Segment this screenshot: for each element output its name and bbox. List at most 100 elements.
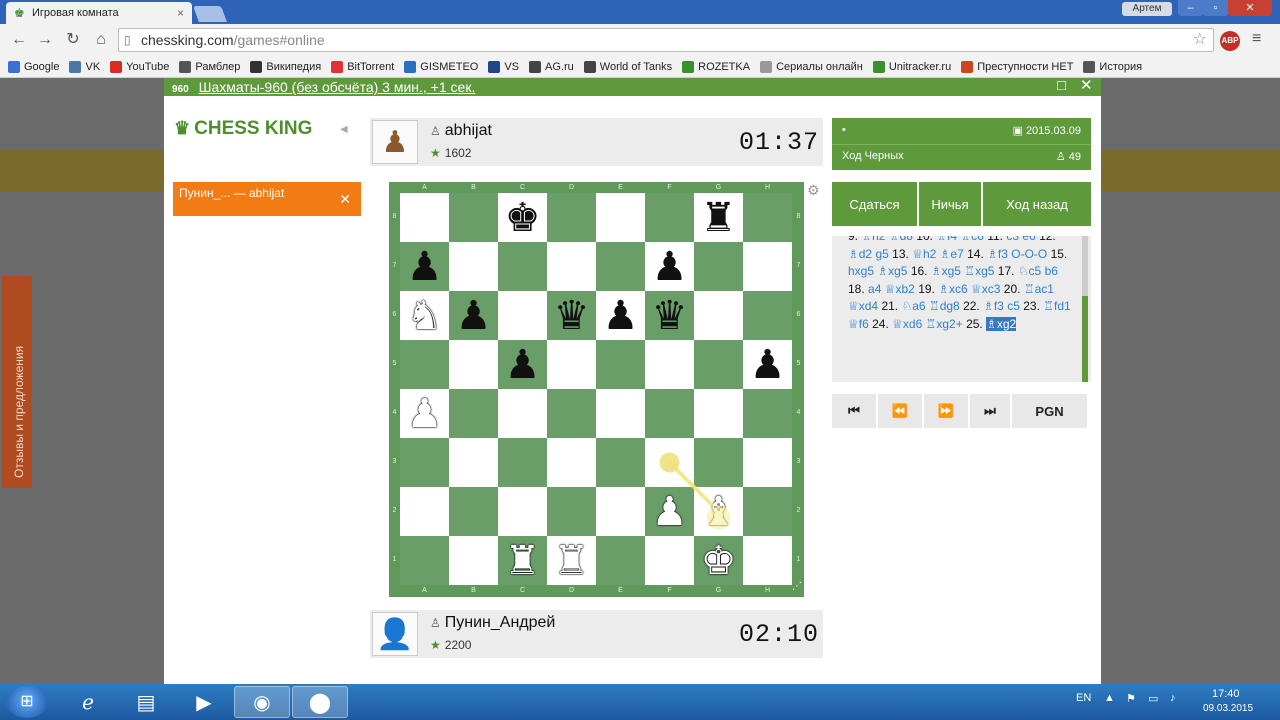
square-g6[interactable] bbox=[694, 291, 743, 340]
square-c6[interactable] bbox=[498, 291, 547, 340]
square-g1[interactable]: ♚ bbox=[694, 536, 743, 585]
square-d8[interactable] bbox=[547, 193, 596, 242]
page-info-icon[interactable]: ▯ bbox=[124, 29, 131, 51]
move[interactable]: ♕xc3 bbox=[971, 282, 1000, 296]
bookmark-history[interactable]: История bbox=[1083, 60, 1142, 73]
square-e3[interactable] bbox=[596, 438, 645, 487]
square-a2[interactable] bbox=[400, 487, 449, 536]
player-name[interactable]: ♙ Пунин_Андрей bbox=[430, 614, 555, 632]
bookmark-google[interactable]: Google bbox=[8, 60, 59, 73]
flag-tray-icon[interactable]: ⚑ bbox=[1126, 692, 1136, 705]
move[interactable]: ♗xc6 bbox=[938, 282, 967, 296]
white-rook-icon[interactable]: ♜ bbox=[505, 541, 541, 581]
square-f3[interactable] bbox=[645, 438, 694, 487]
square-g8[interactable]: ♜ bbox=[694, 193, 743, 242]
move[interactable]: ♗h2 bbox=[861, 236, 885, 243]
reload-icon[interactable]: ↻ bbox=[62, 29, 84, 51]
square-d6[interactable]: ♛ bbox=[547, 291, 596, 340]
pgn-button[interactable]: PGN bbox=[1012, 394, 1087, 428]
internet-explorer-icon[interactable]: ℯ bbox=[60, 686, 116, 718]
opponent-name[interactable]: ♙ abhijat bbox=[430, 122, 492, 140]
white-pawn-icon[interactable]: ♟ bbox=[407, 394, 443, 434]
square-c7[interactable] bbox=[498, 242, 547, 291]
square-c2[interactable] bbox=[498, 487, 547, 536]
square-d2[interactable] bbox=[547, 487, 596, 536]
move[interactable]: ♕xd4 bbox=[848, 299, 878, 313]
bookmark-wot[interactable]: World of Tanks bbox=[583, 60, 672, 73]
square-f5[interactable] bbox=[645, 340, 694, 389]
move[interactable]: ♗c6 bbox=[960, 236, 983, 243]
bookmark-wikipedia[interactable]: Википедия bbox=[250, 60, 321, 73]
square-b2[interactable] bbox=[449, 487, 498, 536]
move[interactable]: ♖fd1 bbox=[1043, 299, 1070, 313]
square-h4[interactable] bbox=[743, 389, 792, 438]
square-d5[interactable] bbox=[547, 340, 596, 389]
move[interactable]: ♕xd6 bbox=[892, 317, 922, 331]
start-button[interactable]: ⊞ bbox=[6, 686, 48, 718]
square-d7[interactable] bbox=[547, 242, 596, 291]
square-h1[interactable] bbox=[743, 536, 792, 585]
move[interactable]: e6 bbox=[1022, 236, 1035, 243]
chess-king-logo[interactable]: ♛ CHESS KING bbox=[174, 118, 312, 140]
move[interactable]: ♖xg5 bbox=[964, 264, 994, 278]
square-e6[interactable]: ♟ bbox=[596, 291, 645, 340]
browser-tab[interactable]: ♚ Игровая комната × bbox=[6, 2, 192, 24]
square-a8[interactable] bbox=[400, 193, 449, 242]
bookmark-vs[interactable]: VS bbox=[488, 60, 519, 73]
square-b7[interactable] bbox=[449, 242, 498, 291]
square-e8[interactable] bbox=[596, 193, 645, 242]
move[interactable]: O-O-O bbox=[1011, 247, 1047, 261]
next-move-button[interactable]: ⏩ bbox=[924, 394, 968, 428]
new-tab-button[interactable] bbox=[193, 6, 227, 22]
chrome-menu-icon[interactable]: ≡ bbox=[1252, 31, 1268, 47]
move[interactable]: ♖xg2+ bbox=[926, 317, 963, 331]
square-b8[interactable] bbox=[449, 193, 498, 242]
chess-board[interactable]: ♚ ♜ ♟ ♟ ♞ ♟ ♛ ♟ ♛ ♟ ♟ ♟ ♟ ♝ ♜ ♜ ♚ bbox=[400, 193, 792, 585]
square-h8[interactable] bbox=[743, 193, 792, 242]
move[interactable]: ♘c5 bbox=[1018, 264, 1041, 278]
square-f4[interactable] bbox=[645, 389, 694, 438]
move[interactable]: ♕h2 bbox=[912, 247, 936, 261]
back-arrow-icon[interactable]: ← bbox=[8, 29, 30, 51]
bookmark-star-icon[interactable]: ☆ bbox=[1193, 29, 1207, 51]
black-pawn-icon[interactable]: ♟ bbox=[652, 247, 688, 287]
last-move-button[interactable]: ⏭ bbox=[970, 394, 1010, 428]
bookmark-home[interactable]: Рамблер bbox=[179, 60, 240, 73]
bookmark-ag[interactable]: AG.ru bbox=[529, 60, 574, 73]
forward-arrow-icon[interactable]: → bbox=[34, 29, 56, 51]
takeback-button[interactable]: Ход назад bbox=[983, 182, 1091, 226]
square-f6[interactable]: ♛ bbox=[645, 291, 694, 340]
move-list-scroll-thumb[interactable] bbox=[1082, 296, 1088, 382]
move[interactable]: ♗f3 bbox=[987, 247, 1008, 261]
black-queen-icon[interactable]: ♛ bbox=[554, 296, 590, 336]
feedback-tab[interactable]: Отзывы и предложения bbox=[2, 276, 32, 488]
square-a7[interactable]: ♟ bbox=[400, 242, 449, 291]
window-close-icon[interactable]: ✕ bbox=[1080, 78, 1093, 94]
white-pawn-icon[interactable]: ♟ bbox=[652, 492, 688, 532]
square-b4[interactable] bbox=[449, 389, 498, 438]
window-close-icon[interactable]: ✕ bbox=[1228, 0, 1272, 16]
move[interactable]: hxg5 bbox=[848, 264, 874, 278]
square-g5[interactable] bbox=[694, 340, 743, 389]
white-knight-icon[interactable]: ♞ bbox=[407, 296, 443, 336]
square-e7[interactable] bbox=[596, 242, 645, 291]
bookmark-youtube[interactable]: YouTube bbox=[110, 60, 169, 73]
clock-time[interactable]: 17:40 bbox=[1212, 688, 1240, 700]
move[interactable]: ♘a6 bbox=[901, 299, 925, 313]
square-b3[interactable] bbox=[449, 438, 498, 487]
square-h6[interactable] bbox=[743, 291, 792, 340]
move[interactable]: ♖dg8 bbox=[929, 299, 960, 313]
minimize-icon[interactable]: – bbox=[1178, 0, 1203, 16]
resign-button[interactable]: Сдаться bbox=[832, 182, 917, 226]
square-f1[interactable] bbox=[645, 536, 694, 585]
bookmark-vk[interactable]: VK bbox=[69, 60, 100, 73]
black-pawn-icon[interactable]: ♟ bbox=[505, 345, 541, 385]
recorder-taskbar-icon[interactable]: ⬤ bbox=[292, 686, 348, 718]
square-c8[interactable]: ♚ bbox=[498, 193, 547, 242]
move[interactable]: ♗xg5 bbox=[877, 264, 907, 278]
square-b6[interactable]: ♟ bbox=[449, 291, 498, 340]
square-f8[interactable] bbox=[645, 193, 694, 242]
move[interactable]: ♗d2 bbox=[848, 247, 872, 261]
home-icon[interactable]: ⌂ bbox=[90, 29, 112, 51]
bookmark-bittorrent[interactable]: BitTorrent bbox=[331, 60, 394, 73]
